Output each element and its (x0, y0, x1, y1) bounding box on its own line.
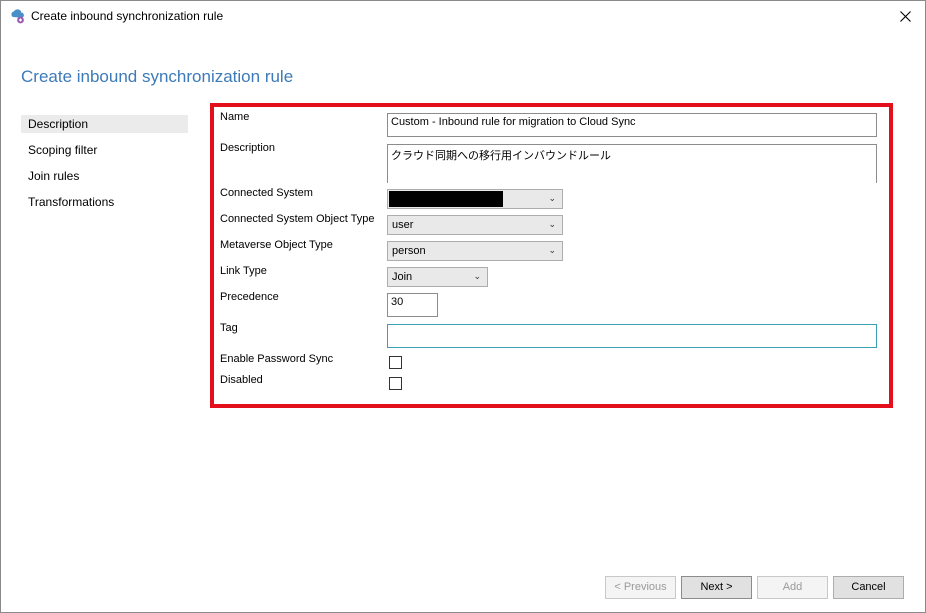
nav-item-transformations[interactable]: Transformations (21, 193, 188, 211)
connected-system-object-type-label: Connected System Object Type (220, 213, 375, 225)
previous-button[interactable]: < Previous (605, 576, 676, 599)
description-label: Description (220, 142, 276, 154)
link-type-select[interactable]: Join ⌄ (387, 267, 488, 287)
page-title: Create inbound synchronization rule (21, 67, 294, 86)
precedence-label: Precedence (220, 291, 279, 303)
chevron-down-icon: ⌄ (548, 193, 556, 203)
next-button[interactable]: Next > (681, 576, 752, 599)
chevron-down-icon: ⌄ (548, 245, 556, 255)
enable-password-sync-checkbox[interactable] (389, 356, 402, 369)
connected-system-select[interactable]: ⌄ (387, 189, 563, 209)
name-value: Custom - Inbound rule for migration to C… (391, 116, 636, 128)
tag-input[interactable] (387, 324, 877, 348)
name-label: Name (220, 111, 250, 123)
add-button[interactable]: Add (757, 576, 828, 599)
metaverse-object-type-value: person (392, 245, 426, 257)
window-title: Create inbound synchronization rule (31, 9, 224, 23)
nav-item-description[interactable]: Description (21, 115, 188, 133)
wizard-nav: Description Scoping filter Join rules Tr… (21, 115, 188, 219)
cancel-button[interactable]: Cancel (833, 576, 904, 599)
description-value: クラウド同期への移行用インバウンドルール (391, 150, 611, 162)
tag-label: Tag (220, 322, 238, 334)
title-bar: Create inbound synchronization rule (1, 1, 925, 32)
connected-system-object-type-select[interactable]: user ⌄ (387, 215, 563, 235)
sync-app-icon (9, 8, 25, 24)
nav-item-join-rules[interactable]: Join rules (21, 167, 188, 185)
precedence-value: 30 (391, 296, 404, 308)
link-type-value: Join (392, 271, 413, 283)
chevron-down-icon: ⌄ (473, 271, 481, 281)
enable-password-sync-label: Enable Password Sync (220, 353, 334, 365)
redacted-value (389, 191, 503, 207)
connected-system-label: Connected System (220, 187, 313, 199)
close-button[interactable] (885, 1, 925, 32)
precedence-input[interactable]: 30 (387, 293, 438, 317)
nav-item-scoping-filter[interactable]: Scoping filter (21, 141, 188, 159)
metaverse-object-type-select[interactable]: person ⌄ (387, 241, 563, 261)
link-type-label: Link Type (220, 265, 267, 277)
disabled-checkbox[interactable] (389, 377, 402, 390)
close-icon (899, 11, 911, 22)
metaverse-object-type-label: Metaverse Object Type (220, 239, 333, 251)
disabled-label: Disabled (220, 374, 263, 386)
name-input[interactable]: Custom - Inbound rule for migration to C… (387, 113, 877, 137)
chevron-down-icon: ⌄ (548, 219, 556, 229)
dialog-window: Create inbound synchronization rule Crea… (0, 0, 926, 613)
connected-system-object-type-value: user (392, 219, 414, 231)
description-textarea[interactable]: クラウド同期への移行用インバウンドルール (387, 144, 877, 183)
